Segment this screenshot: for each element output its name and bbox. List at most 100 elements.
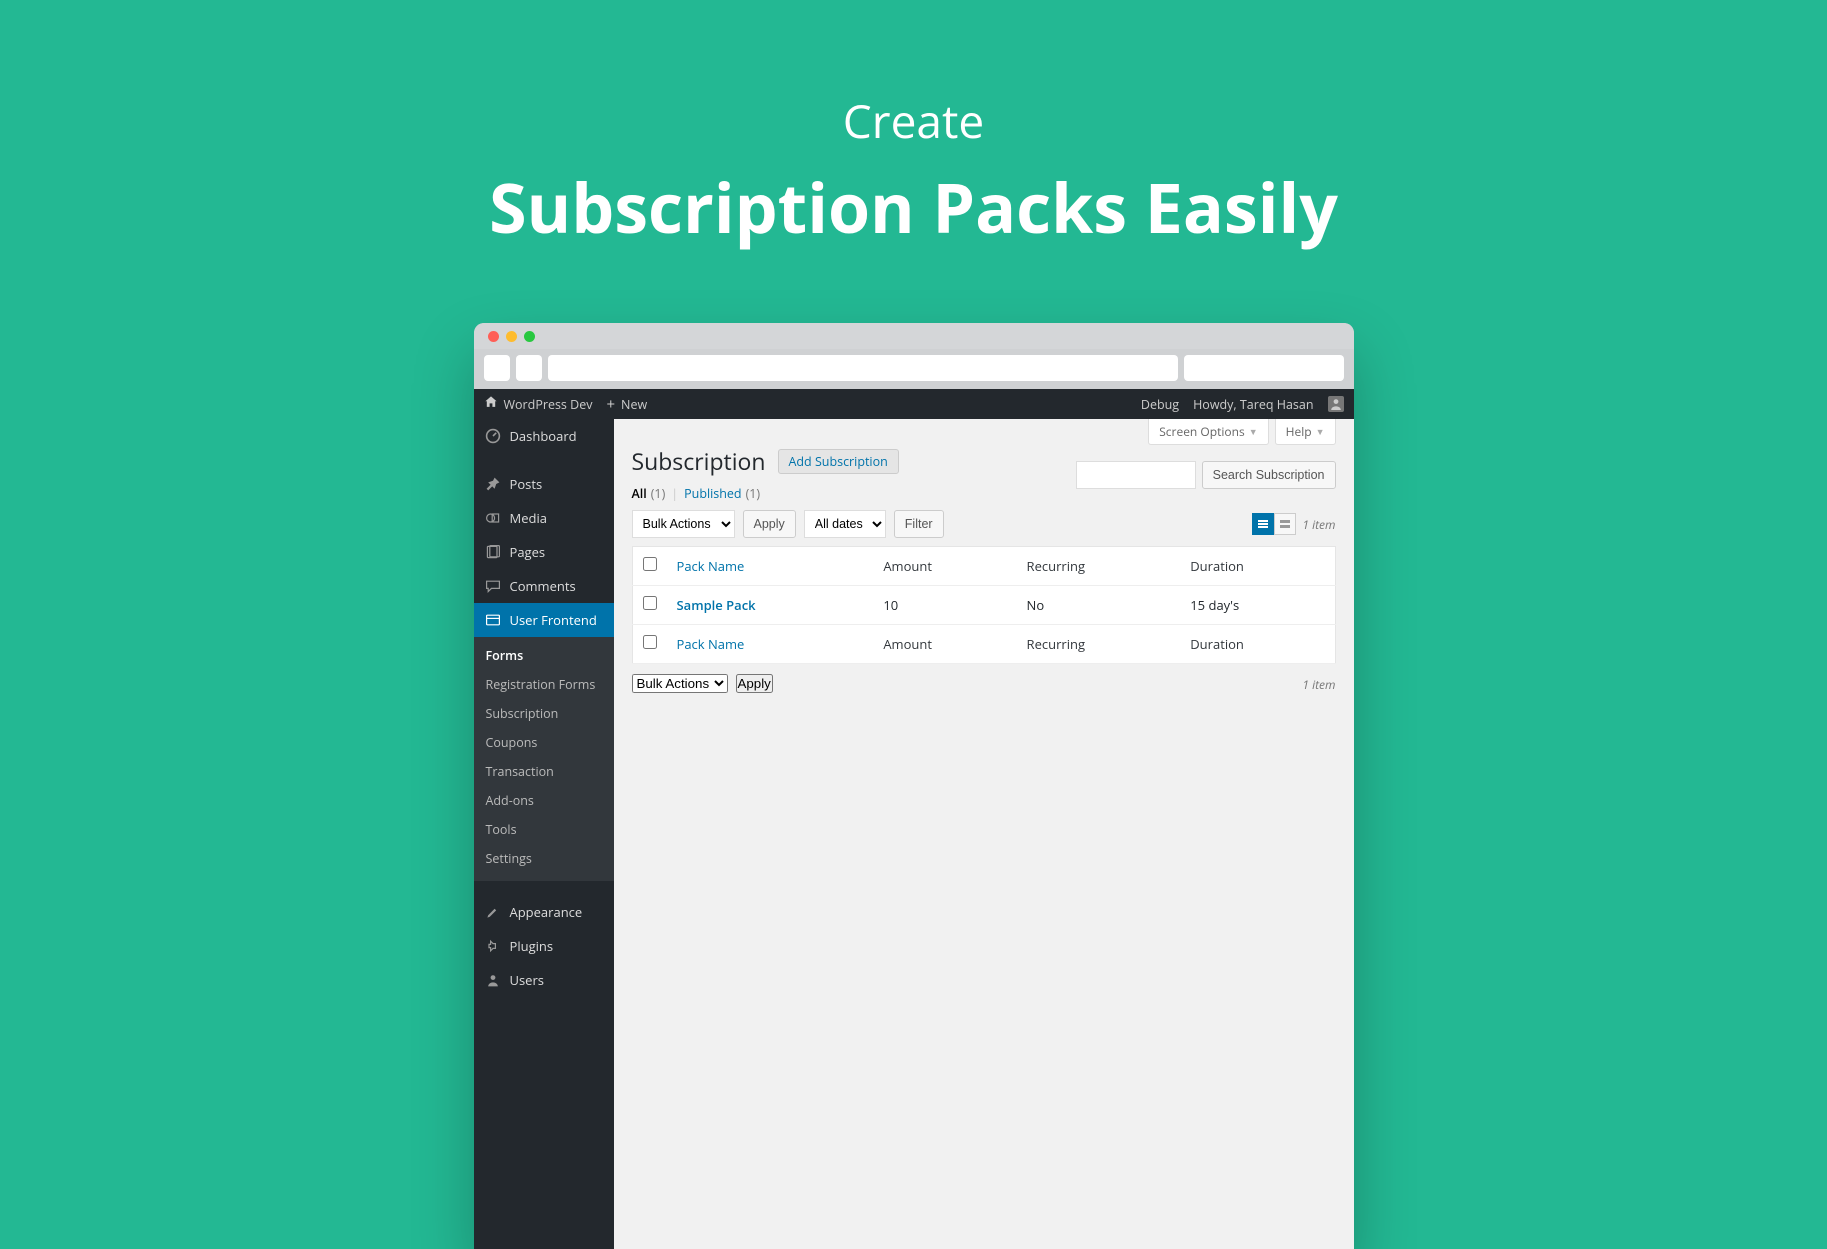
column-recurring: Recurring bbox=[1017, 625, 1181, 664]
sidebar-submenu: Forms Registration Forms Subscription Co… bbox=[474, 637, 614, 881]
content-area: Screen Options ▼ Help ▼ Subscription Add… bbox=[614, 419, 1354, 1249]
sidebar-item-posts[interactable]: Posts bbox=[474, 467, 614, 501]
item-count-bottom: 1 item bbox=[1302, 676, 1335, 693]
submenu-item-forms[interactable]: Forms bbox=[474, 641, 614, 670]
view-excerpt-icon[interactable] bbox=[1274, 513, 1296, 535]
browser-tab-button[interactable] bbox=[516, 355, 542, 381]
sidebar-item-label: Comments bbox=[510, 577, 576, 595]
help-tab[interactable]: Help ▼ bbox=[1275, 419, 1336, 445]
search-button[interactable]: Search Subscription bbox=[1202, 461, 1336, 489]
submenu-item-coupons[interactable]: Coupons bbox=[474, 728, 614, 757]
column-duration: Duration bbox=[1180, 547, 1335, 586]
sidebar-item-label: Users bbox=[510, 971, 544, 989]
avatar-icon[interactable] bbox=[1328, 396, 1344, 412]
table-footer-row: Pack Name Amount Recurring Duration bbox=[632, 625, 1335, 664]
submenu-item-settings[interactable]: Settings bbox=[474, 844, 614, 873]
column-amount: Amount bbox=[873, 547, 1016, 586]
adminbar-howdy[interactable]: Howdy, Tareq Hasan bbox=[1193, 396, 1313, 413]
browser-window: WordPress Dev + New Debug Howdy, Tareq H… bbox=[474, 323, 1354, 1249]
row-duration: 15 day's bbox=[1180, 586, 1335, 625]
browser-toolbar bbox=[474, 349, 1354, 389]
column-pack-name[interactable]: Pack Name bbox=[667, 625, 874, 664]
secondary-bar[interactable] bbox=[1184, 355, 1344, 381]
row-checkbox[interactable] bbox=[643, 596, 657, 610]
add-subscription-button[interactable]: Add Subscription bbox=[778, 449, 899, 474]
item-count-top: 1 item bbox=[1302, 516, 1335, 533]
dashboard-icon bbox=[484, 427, 502, 445]
sidebar-item-comments[interactable]: Comments bbox=[474, 569, 614, 603]
screen-meta-links: Screen Options ▼ Help ▼ bbox=[1148, 419, 1335, 445]
sidebar-item-media[interactable]: Media bbox=[474, 501, 614, 535]
row-pack-name-link[interactable]: Sample Pack bbox=[677, 596, 756, 614]
tablenav-top: Bulk Actions Apply All dates Filter bbox=[632, 510, 1336, 538]
sidebar-item-pages[interactable]: Pages bbox=[474, 535, 614, 569]
select-all-checkbox-bottom[interactable] bbox=[643, 635, 657, 649]
address-bar[interactable] bbox=[548, 355, 1178, 381]
column-pack-name[interactable]: Pack Name bbox=[667, 547, 874, 586]
view-list-icon[interactable] bbox=[1252, 513, 1274, 535]
bulk-actions-select[interactable]: Bulk Actions bbox=[632, 510, 735, 538]
wp-adminbar: WordPress Dev + New Debug Howdy, Tareq H… bbox=[474, 389, 1354, 419]
hero-banner: Create Subscription Packs Easily bbox=[0, 0, 1827, 253]
submenu-item-tools[interactable]: Tools bbox=[474, 815, 614, 844]
sidebar-item-users[interactable]: Users bbox=[474, 963, 614, 997]
sidebar-item-label: Appearance bbox=[510, 903, 583, 921]
submenu-item-transaction[interactable]: Transaction bbox=[474, 757, 614, 786]
date-filter-select[interactable]: All dates bbox=[804, 510, 886, 538]
sidebar-item-label: Pages bbox=[510, 543, 546, 561]
column-recurring: Recurring bbox=[1017, 547, 1181, 586]
plus-icon: + bbox=[606, 394, 615, 414]
sidebar-item-plugins[interactable]: Plugins bbox=[474, 929, 614, 963]
screen-options-tab[interactable]: Screen Options ▼ bbox=[1148, 419, 1268, 445]
page-title: Subscription bbox=[632, 445, 766, 477]
row-recurring: No bbox=[1017, 586, 1181, 625]
submenu-item-registration-forms[interactable]: Registration Forms bbox=[474, 670, 614, 699]
caret-down-icon: ▼ bbox=[1316, 425, 1325, 438]
submenu-item-add-ons[interactable]: Add-ons bbox=[474, 786, 614, 815]
window-zoom-icon[interactable] bbox=[524, 331, 535, 342]
bulk-actions-select-bottom[interactable]: Bulk Actions bbox=[632, 674, 728, 693]
adminbar-site-name: WordPress Dev bbox=[504, 396, 593, 413]
tablenav-bottom: Bulk Actions Apply 1 item bbox=[632, 674, 1336, 693]
row-amount: 10 bbox=[873, 586, 1016, 625]
user-icon bbox=[484, 971, 502, 989]
sidebar-item-dashboard[interactable]: Dashboard bbox=[474, 419, 614, 453]
apply-button[interactable]: Apply bbox=[743, 510, 796, 538]
hero-line2: Subscription Packs Easily bbox=[0, 160, 1827, 253]
table-header-row: Pack Name Amount Recurring Duration bbox=[632, 547, 1335, 586]
sidebar-item-label: Media bbox=[510, 509, 547, 527]
sidebar-item-user-frontend[interactable]: User Frontend bbox=[474, 603, 614, 637]
filter-published-count: (1) bbox=[746, 485, 761, 502]
separator: | bbox=[669, 485, 680, 502]
search-box: Search Subscription bbox=[1076, 461, 1336, 489]
adminbar-new-link[interactable]: + New bbox=[606, 394, 647, 414]
caret-down-icon: ▼ bbox=[1249, 425, 1258, 438]
admin-sidebar: Dashboard Posts Media Pages bbox=[474, 419, 614, 1249]
filter-button[interactable]: Filter bbox=[894, 510, 944, 538]
window-close-icon[interactable] bbox=[488, 331, 499, 342]
media-icon bbox=[484, 509, 502, 527]
window-minimize-icon[interactable] bbox=[506, 331, 517, 342]
sidebar-item-appearance[interactable]: Appearance bbox=[474, 895, 614, 929]
sidebar-item-label: Posts bbox=[510, 475, 543, 493]
help-label: Help bbox=[1286, 423, 1312, 440]
comment-icon bbox=[484, 577, 502, 595]
filter-all-label[interactable]: All bbox=[632, 485, 647, 502]
adminbar-debug-link[interactable]: Debug bbox=[1141, 396, 1179, 413]
hero-line1: Create bbox=[0, 90, 1827, 152]
frontend-icon bbox=[484, 611, 502, 629]
browser-tab-button[interactable] bbox=[484, 355, 510, 381]
window-titlebar bbox=[474, 323, 1354, 349]
select-all-checkbox[interactable] bbox=[643, 557, 657, 571]
search-input[interactable] bbox=[1076, 461, 1196, 489]
sidebar-item-label: Dashboard bbox=[510, 427, 577, 445]
column-duration: Duration bbox=[1180, 625, 1335, 664]
brush-icon bbox=[484, 903, 502, 921]
apply-button-bottom[interactable]: Apply bbox=[736, 674, 773, 693]
pin-icon bbox=[484, 475, 502, 493]
adminbar-site-link[interactable]: WordPress Dev bbox=[484, 395, 593, 413]
plug-icon bbox=[484, 937, 502, 955]
home-icon bbox=[484, 395, 498, 413]
filter-published-link[interactable]: Published bbox=[684, 485, 741, 502]
submenu-item-subscription[interactable]: Subscription bbox=[474, 699, 614, 728]
